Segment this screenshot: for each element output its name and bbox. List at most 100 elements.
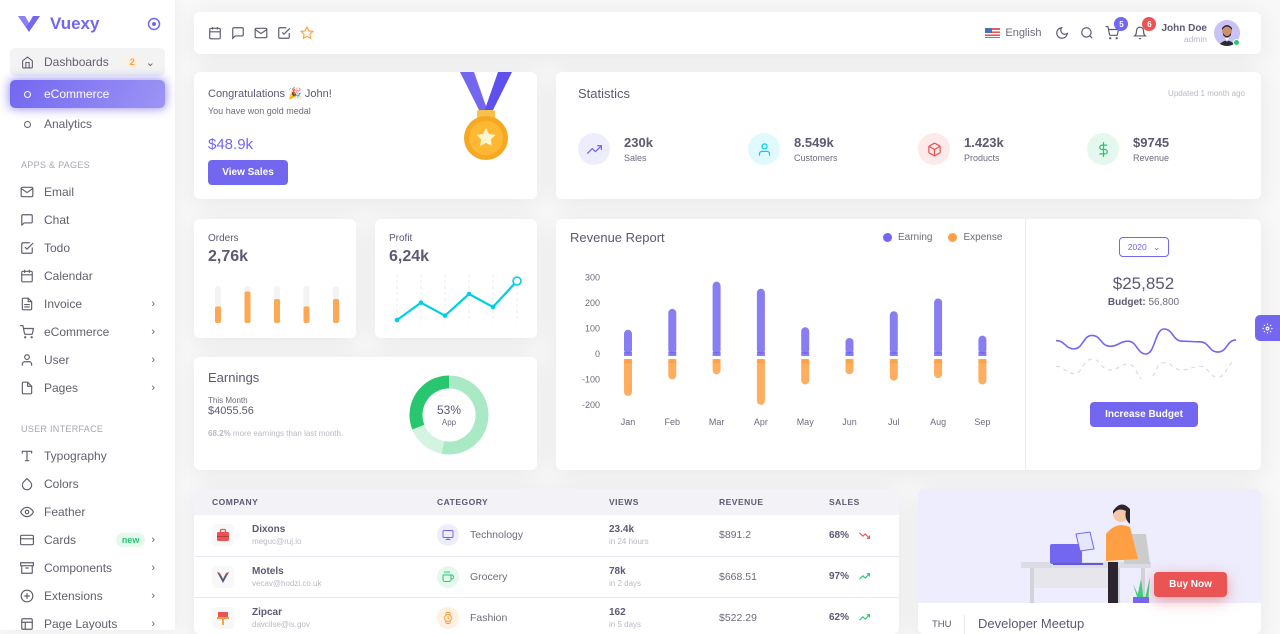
profit-point <box>442 313 448 318</box>
stat-value: 230k <box>624 135 653 150</box>
calendar-icon[interactable] <box>208 26 222 40</box>
sidebar-item-email[interactable]: Email <box>10 178 165 206</box>
orders-bar <box>303 306 310 323</box>
y-tick-label: 300 <box>585 273 600 283</box>
sidebar-item-invoice[interactable]: Invoice › <box>10 290 165 318</box>
company-cell: Motels vecav@hodzi.co.uk <box>194 556 419 598</box>
y-tick-label: -100 <box>582 374 600 384</box>
medal-icon <box>458 72 514 164</box>
collapse-toggle-icon[interactable] <box>147 17 161 31</box>
sidebar-item-label: Analytics <box>44 117 93 131</box>
budget-label: Budget: <box>1107 297 1146 308</box>
sidebar-item-ecommerce-dashboard[interactable]: eCommerce <box>10 80 165 108</box>
sidebar-item-label: Page Layouts <box>44 617 118 630</box>
increase-budget-button[interactable]: Increase Budget <box>1090 402 1198 427</box>
earning-bar <box>756 288 765 354</box>
settings-icon <box>1262 322 1273 334</box>
views-period: in 5 days <box>609 619 642 629</box>
y-tick-label: -200 <box>582 400 600 410</box>
company-logo-icon <box>212 606 234 629</box>
company-name: Motels <box>252 565 284 577</box>
stat-value: 1.423k <box>964 135 1004 150</box>
donut-slice-service <box>412 424 445 454</box>
check-square-icon <box>20 241 34 255</box>
statistics-updated: Updated 1 month ago <box>1168 89 1245 98</box>
sidebar-item-cards[interactable]: Cards new › <box>10 526 165 554</box>
sidebar-item-extensions[interactable]: Extensions › <box>10 582 165 610</box>
company-table: COMPANY CATEGORY VIEWS REVENUE SALES Dixons m… <box>194 489 899 634</box>
box-icon <box>927 142 942 157</box>
table-row[interactable]: Zipcar davcilse@is.gov Fashion 162 in 5 da… <box>194 597 899 634</box>
revenue-cell: $891.2 <box>701 515 811 557</box>
x-tick-label: Mar <box>709 417 725 427</box>
views-period: in 24 hours <box>609 537 649 547</box>
user-menu[interactable]: John Doe admin <box>1161 23 1207 44</box>
sidebar-item-feather[interactable]: Feather <box>10 498 165 526</box>
y-tick-label: 200 <box>585 298 600 308</box>
sidebar-item-calendar[interactable]: Calendar <box>10 262 165 290</box>
revenue-value: $668.51 <box>719 570 757 583</box>
table-row[interactable]: Motels vecav@hodzi.co.uk Grocery 78k in 2 … <box>194 556 899 598</box>
customizer-toggle[interactable] <box>1255 315 1280 341</box>
column-header: VIEWS <box>591 489 701 515</box>
budget-previous-line <box>1055 358 1237 379</box>
chevron-right-icon: › <box>151 326 155 338</box>
language-selector[interactable]: English <box>1005 27 1041 39</box>
sidebar-item-typography[interactable]: Typography <box>10 442 165 470</box>
sidebar-item-ecommerce[interactable]: eCommerce › <box>10 318 165 346</box>
sidebar-item-colors[interactable]: Colors <box>10 470 165 498</box>
sidebar-item-label: Email <box>44 185 75 199</box>
search-icon[interactable] <box>1080 26 1094 40</box>
budget-line-chart <box>1055 328 1237 379</box>
sidebar-item-components[interactable]: Components › <box>10 554 165 582</box>
sidebar-item-label: Dashboards <box>44 55 109 69</box>
calendar-icon <box>20 269 34 283</box>
sidebar-item-dashboards[interactable]: Dashboards 2 ⌄ <box>10 48 165 76</box>
sidebar-item-analytics[interactable]: Analytics <box>10 110 165 138</box>
earnings-card: Earnings This Month $4055.56 68.2% more … <box>194 357 537 470</box>
cart-button[interactable]: 5 <box>1105 17 1129 40</box>
sidebar-item-chat[interactable]: Chat <box>10 206 165 234</box>
star-icon[interactable] <box>300 26 314 40</box>
eye-icon <box>20 505 34 519</box>
views-value: 162 <box>609 606 626 618</box>
earning-bar <box>978 335 987 354</box>
circle-icon <box>20 117 34 131</box>
sidebar-item-label: Pages <box>44 381 79 395</box>
year-select[interactable]: 2020 ⌄ <box>1119 237 1169 257</box>
file-text-icon <box>20 297 34 311</box>
notifications-button[interactable]: 6 <box>1133 17 1157 40</box>
buy-now-button[interactable]: Buy Now <box>1154 572 1227 597</box>
vuexy-logo-icon[interactable] <box>18 16 40 32</box>
sales-value: 97% <box>829 571 850 582</box>
sidebar-section-header: APPS & PAGES <box>21 160 90 170</box>
mail-icon[interactable] <box>254 26 268 40</box>
revenue-bar-chart: 300 200 100 0 -100 -200 Jan Feb Mar Apr May Jun Jul A… <box>582 273 990 427</box>
earnings-note: 68.2% more earnings than last month. <box>208 429 343 438</box>
views-cell: 78k in 2 days <box>591 556 701 598</box>
earning-bar <box>712 281 721 354</box>
company-email: meguc@ruj.io <box>252 537 302 547</box>
user-name: John Doe <box>1161 22 1207 34</box>
earning-bar <box>934 298 943 354</box>
orders-bar <box>333 298 339 323</box>
sidebar-item-user[interactable]: User › <box>10 346 165 374</box>
message-square-icon[interactable] <box>231 26 245 40</box>
sidebar-item-page-layouts[interactable]: Page Layouts › <box>10 610 165 630</box>
profit-card: Profit 6,24k <box>375 219 537 338</box>
sales-cell: 68% <box>811 515 899 557</box>
profit-line <box>396 280 518 321</box>
orders-bar <box>215 306 221 323</box>
table-row[interactable]: Dixons meguc@ruj.io Technology 23.4k in 24… <box>194 515 899 557</box>
stat-label: Sales <box>624 153 647 163</box>
online-status-dot <box>1233 38 1240 46</box>
sidebar-item-pages[interactable]: Pages › <box>10 374 165 402</box>
stat-avatar <box>918 133 950 165</box>
moon-icon[interactable] <box>1055 26 1069 40</box>
check-square-icon[interactable] <box>277 26 291 40</box>
us-flag-icon[interactable] <box>985 28 1001 38</box>
sidebar-item-todo[interactable]: Todo <box>10 234 165 262</box>
notification-count-badge: 6 <box>1142 17 1157 31</box>
orders-chart <box>215 286 339 323</box>
view-sales-button[interactable]: View Sales <box>208 160 288 185</box>
